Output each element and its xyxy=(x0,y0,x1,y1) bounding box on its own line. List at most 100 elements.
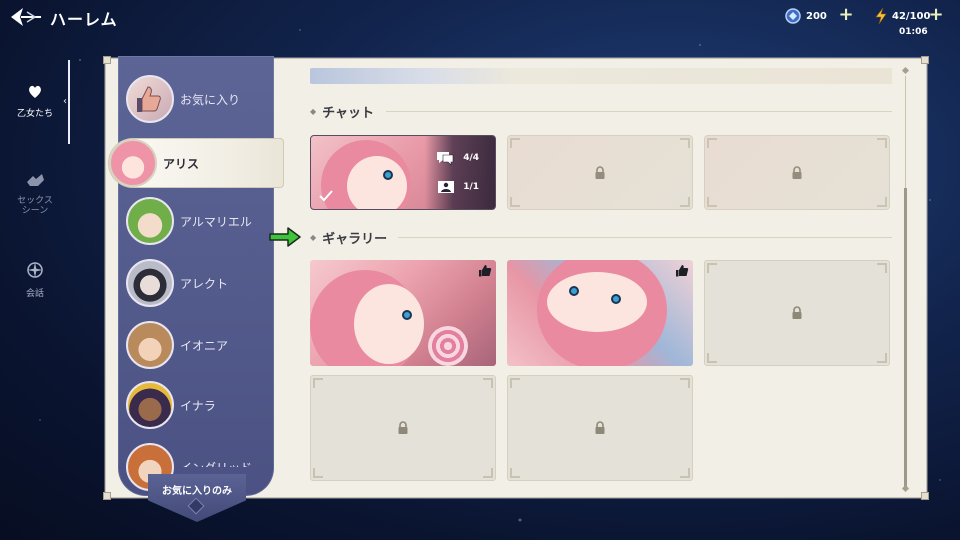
card-corner xyxy=(510,468,520,478)
character-item-alice[interactable]: アリス xyxy=(108,138,284,190)
character-list[interactable]: お気に入り アルマリエル アレクト イオニア イナラ イングリッド xyxy=(118,56,274,496)
chat-card-locked[interactable] xyxy=(704,135,890,210)
card-corner xyxy=(707,197,717,207)
back-arrow-icon xyxy=(11,8,41,26)
green-arrow-icon xyxy=(269,227,301,247)
artwork xyxy=(402,310,412,320)
scene-icon xyxy=(27,174,44,186)
card-corner xyxy=(510,138,520,148)
card-corner xyxy=(877,138,887,148)
scrollbar-thumb[interactable] xyxy=(904,188,907,488)
gallery-card-locked[interactable] xyxy=(310,375,496,481)
nav-item-talk[interactable]: 会話 xyxy=(0,260,70,299)
chat-count-value: 4/4 xyxy=(463,153,479,163)
section-divider xyxy=(386,111,892,112)
energy-value: 42/100 xyxy=(892,10,931,22)
lock-icon xyxy=(398,421,408,434)
chat-bubble-icon xyxy=(437,152,454,166)
character-item-favorites[interactable]: お気に入り xyxy=(126,72,274,126)
chat-section-title: ◆ チャット xyxy=(310,102,374,121)
add-gems-button[interactable]: + xyxy=(838,6,854,24)
card-corner xyxy=(877,263,887,273)
gem-counter: 200 + xyxy=(784,6,854,25)
gallery-card-locked[interactable] xyxy=(507,375,693,481)
card-corner xyxy=(483,378,493,388)
chat-card-overlay xyxy=(425,136,495,209)
gallery-card[interactable] xyxy=(507,260,693,366)
panel-corner xyxy=(103,56,111,64)
diamond-bullet-icon: ◆ xyxy=(310,233,317,242)
gallery-card-locked[interactable] xyxy=(704,260,890,366)
character-avatar xyxy=(109,139,157,187)
gallery-card[interactable] xyxy=(310,260,496,366)
gem-value: 200 xyxy=(806,10,827,22)
panel-corner xyxy=(921,56,929,64)
scrolled-content-strip xyxy=(310,68,892,84)
chat-title-text: チャット xyxy=(322,106,375,121)
lock-icon xyxy=(595,421,605,434)
selected-character-tab: アリス xyxy=(108,138,284,188)
checkmark-icon xyxy=(319,190,333,202)
image-icon xyxy=(438,181,455,193)
character-avatar xyxy=(126,197,174,245)
character-avatar xyxy=(126,259,174,307)
content-scrollbar[interactable] xyxy=(901,66,910,494)
gem-icon xyxy=(785,8,801,24)
card-corner xyxy=(707,263,717,273)
gallery-section-title: ◆ ギャラリー xyxy=(310,228,387,247)
section-divider xyxy=(398,237,892,238)
nav-item-scenes[interactable]: セックス シーン xyxy=(0,172,70,216)
thumbs-up-icon xyxy=(676,265,689,277)
card-corner xyxy=(680,378,690,388)
scrollbar-cap xyxy=(901,484,910,493)
character-item-inara[interactable]: イナラ xyxy=(126,378,274,432)
character-avatar xyxy=(126,321,174,369)
image-count: 1/1 xyxy=(437,180,479,194)
diamond-bullet-icon: ◆ xyxy=(310,107,317,116)
nav-label-talk: 会話 xyxy=(25,289,44,299)
image-count-value: 1/1 xyxy=(463,182,479,192)
lock-icon xyxy=(792,306,802,319)
top-bar: ハーレム 200 + 42/100 + 01:06 xyxy=(0,0,960,37)
favorites-avatar xyxy=(126,75,174,123)
nav-label-scenes: セックス シーン xyxy=(17,196,53,216)
character-name: イナラ xyxy=(180,398,216,413)
character-name: イオニア xyxy=(180,338,229,353)
character-name: お気に入り xyxy=(180,92,241,107)
card-corner xyxy=(877,197,887,207)
add-energy-button[interactable]: + xyxy=(928,6,944,24)
artwork xyxy=(383,170,393,180)
compass-icon xyxy=(27,262,43,278)
scrollbar-cap xyxy=(901,66,910,75)
thumbs-up-icon xyxy=(479,265,492,277)
left-navigation: ‹ 乙女たち セックス シーン 会話 xyxy=(0,60,70,310)
panel-corner xyxy=(103,492,111,500)
character-name: アルマリエル xyxy=(180,214,252,229)
card-corner xyxy=(483,468,493,478)
heart-flower-icon xyxy=(29,85,41,98)
thumbs-up-icon xyxy=(137,86,161,112)
chat-card-locked[interactable] xyxy=(507,135,693,210)
card-corner xyxy=(313,468,323,478)
diamond-icon xyxy=(187,497,205,515)
character-item-almariel[interactable]: アルマリエル xyxy=(126,194,274,248)
character-item-ionia[interactable]: イオニア xyxy=(126,318,274,372)
card-corner xyxy=(680,197,690,207)
nav-label-heroines: 乙女たち xyxy=(16,109,53,119)
gallery-title-text: ギャラリー xyxy=(322,232,388,247)
character-item-alecto[interactable]: アレクト xyxy=(126,256,274,310)
nav-item-heroines[interactable]: 乙女たち xyxy=(0,82,70,119)
card-corner xyxy=(510,197,520,207)
back-button[interactable] xyxy=(8,5,44,29)
artwork xyxy=(354,284,424,364)
filter-label: お気に入りのみ xyxy=(162,486,232,497)
lock-icon xyxy=(792,165,802,179)
energy-timer: 01:06 xyxy=(899,27,928,37)
card-corner xyxy=(313,378,323,388)
artwork xyxy=(547,272,647,332)
artwork xyxy=(569,286,579,296)
chat-card[interactable]: 4/4 1/1 xyxy=(310,135,496,210)
card-corner xyxy=(877,353,887,363)
card-corner xyxy=(707,353,717,363)
character-name: アレクト xyxy=(180,276,229,291)
